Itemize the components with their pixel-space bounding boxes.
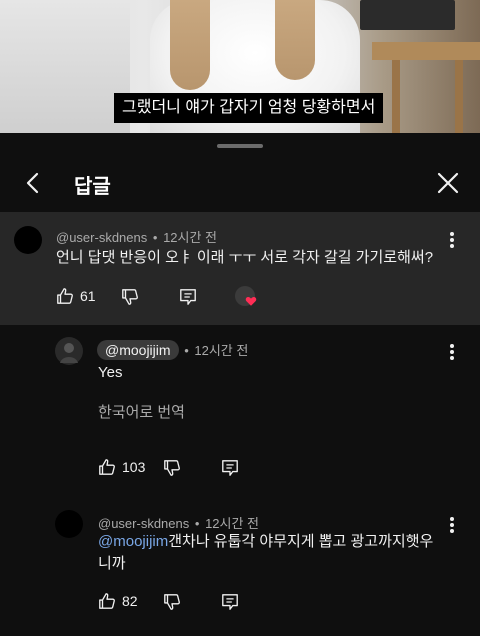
like-count: 82 (122, 593, 138, 609)
creator-avatar (235, 286, 257, 306)
avatar[interactable] (14, 226, 42, 254)
sheet-header: 답글 (0, 157, 480, 209)
dot (450, 356, 454, 360)
page-title: 답글 (74, 176, 111, 198)
comment-text: 언니 답댓 반응이 오ㅑ 이래 ㅜㅜ 서로 각자 갈길 가기로해써? (56, 249, 434, 266)
video-player[interactable]: 그랬더니 얘가 갑자기 엄청 당황하면서 (0, 0, 480, 133)
replies-sheet: 답글 @user-skdnens • 12시간 전 언니 답댓 반응이 오ㅑ 이… (0, 133, 480, 636)
video-shelf (360, 0, 455, 30)
comment-meta: @user-skdnens • 12시간 전 (56, 227, 217, 246)
like-button[interactable]: 82 (98, 592, 138, 610)
dislike-button[interactable] (163, 593, 181, 611)
dot (450, 344, 454, 348)
dislike-button[interactable] (163, 459, 181, 477)
mention-link[interactable]: @moojijim (98, 533, 168, 550)
drag-handle[interactable] (217, 144, 263, 148)
parent-comment: @user-skdnens • 12시간 전 언니 답댓 반응이 오ㅑ 이래 ㅜ… (0, 212, 480, 325)
comment-text: Yes (98, 364, 123, 381)
thumbs-down-icon (164, 460, 180, 476)
avatar[interactable] (55, 337, 83, 365)
more-button[interactable] (444, 230, 460, 250)
like-count: 103 (122, 459, 146, 475)
comment-author[interactable]: @user-skdnens (56, 230, 147, 245)
profile-icon (60, 343, 78, 363)
reply-button[interactable] (179, 288, 197, 306)
comment-text-part: 갠차나 유툽각 야무지게 뽑고 광고까지햇우 (168, 533, 434, 550)
dot (450, 244, 454, 248)
dot (450, 523, 454, 527)
thumbs-up-icon (99, 593, 115, 609)
meta-separator: • (184, 343, 189, 358)
comment-time: 12시간 전 (194, 343, 249, 358)
like-button[interactable]: 103 (98, 458, 145, 476)
dot (450, 232, 454, 236)
comment-time: 12시간 전 (205, 516, 260, 531)
video-table (372, 42, 480, 60)
heart-icon (245, 296, 257, 306)
comment-text: @moojijim갠차나 유툽각 야무지게 뽑고 광고까지햇우 니까 (98, 531, 468, 575)
translate-link[interactable]: 한국어로 번역 (98, 401, 185, 422)
chevron-left-icon (26, 172, 39, 194)
video-table-leg (392, 60, 400, 133)
comment-line: 니까 (98, 555, 126, 572)
comment-icon (222, 460, 238, 476)
comment-time: 12시간 전 (163, 230, 218, 245)
like-count: 61 (80, 288, 96, 304)
thumbs-up-icon (99, 459, 115, 475)
back-button[interactable] (18, 167, 50, 199)
avatar[interactable] (55, 510, 83, 538)
dot (450, 517, 454, 521)
reply-button[interactable] (221, 593, 239, 611)
video-subtitle: 그랬더니 얘가 갑자기 엄청 당황하면서 (114, 93, 384, 123)
comment-author[interactable]: @user-skdnens (98, 516, 189, 531)
more-button[interactable] (444, 342, 460, 362)
video-table-leg (455, 60, 463, 133)
comment-meta: @moojijim • 12시간 전 (97, 340, 248, 360)
dot (450, 350, 454, 354)
comment-line: @moojijim갠차나 유툽각 야무지게 뽑고 광고까지햇우 (98, 531, 468, 553)
thumbs-down-icon (122, 289, 138, 305)
reply-button[interactable] (221, 459, 239, 477)
dot (450, 238, 454, 242)
video-hair (170, 0, 210, 90)
video-wall (0, 0, 130, 133)
close-button[interactable] (432, 167, 464, 199)
creator-author-chip[interactable]: @moojijim (97, 340, 179, 360)
creator-heart (235, 286, 257, 306)
like-button[interactable]: 61 (56, 287, 96, 305)
video-hair (275, 0, 315, 80)
thumbs-up-icon (57, 288, 73, 304)
comment-icon (180, 289, 196, 305)
dislike-button[interactable] (121, 288, 139, 306)
thumbs-down-icon (164, 594, 180, 610)
meta-separator: • (194, 516, 200, 531)
comment-meta: @user-skdnens • 12시간 전 (98, 513, 259, 532)
meta-separator: • (152, 230, 158, 245)
comment-icon (222, 594, 238, 610)
close-icon (437, 172, 459, 194)
